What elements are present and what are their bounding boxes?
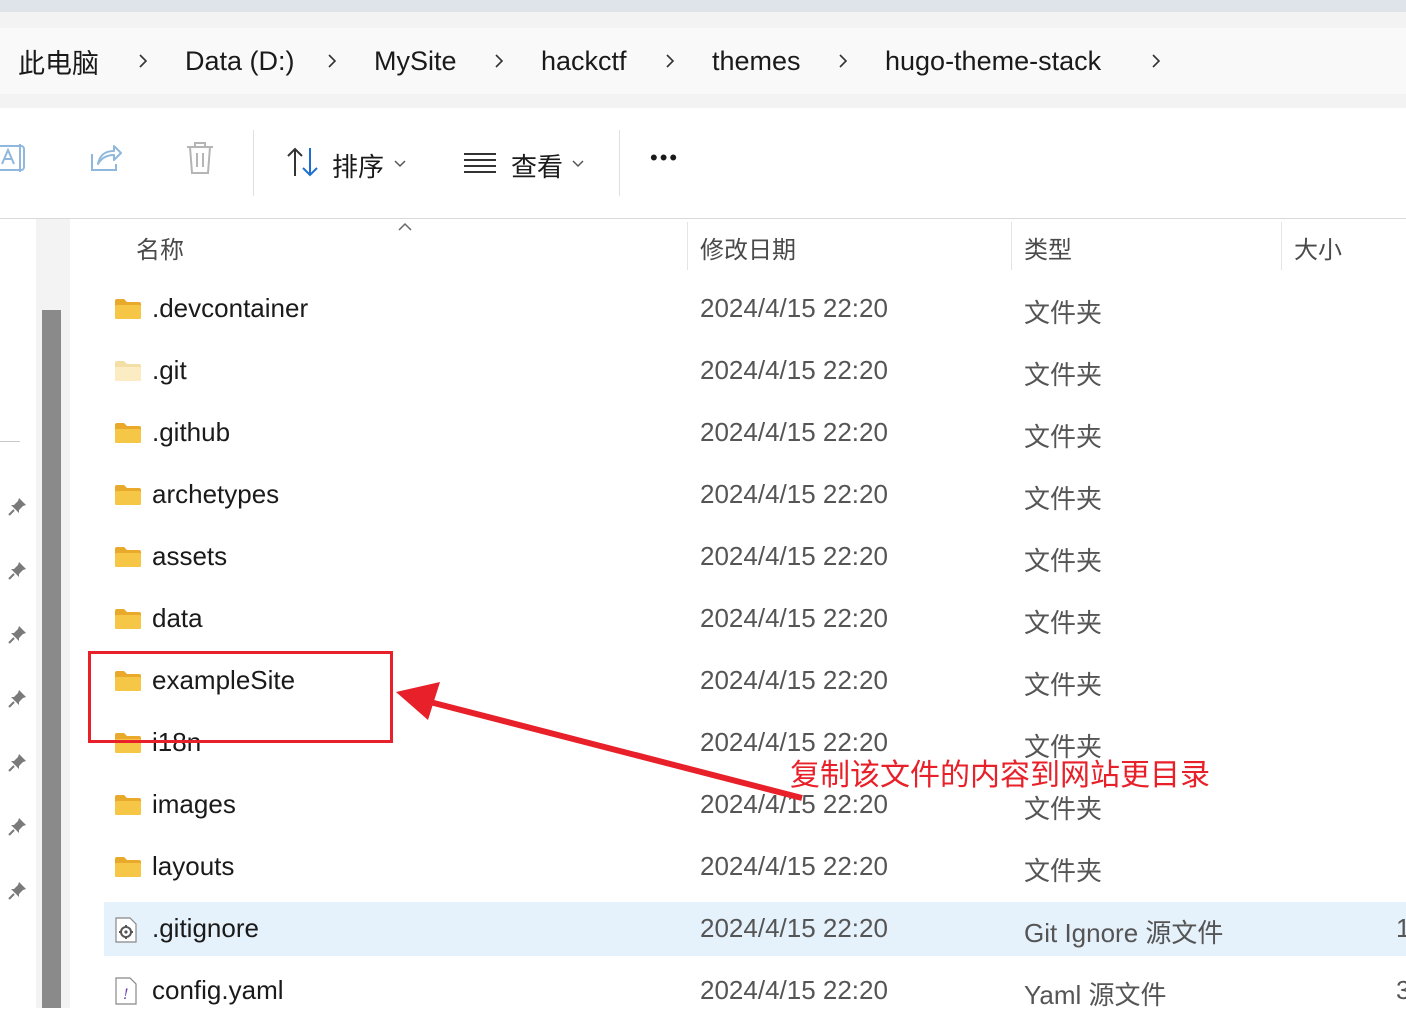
annotation-text: 复制该文件的内容到网站更目录 — [790, 759, 1210, 792]
annotation-arrow — [396, 682, 803, 801]
